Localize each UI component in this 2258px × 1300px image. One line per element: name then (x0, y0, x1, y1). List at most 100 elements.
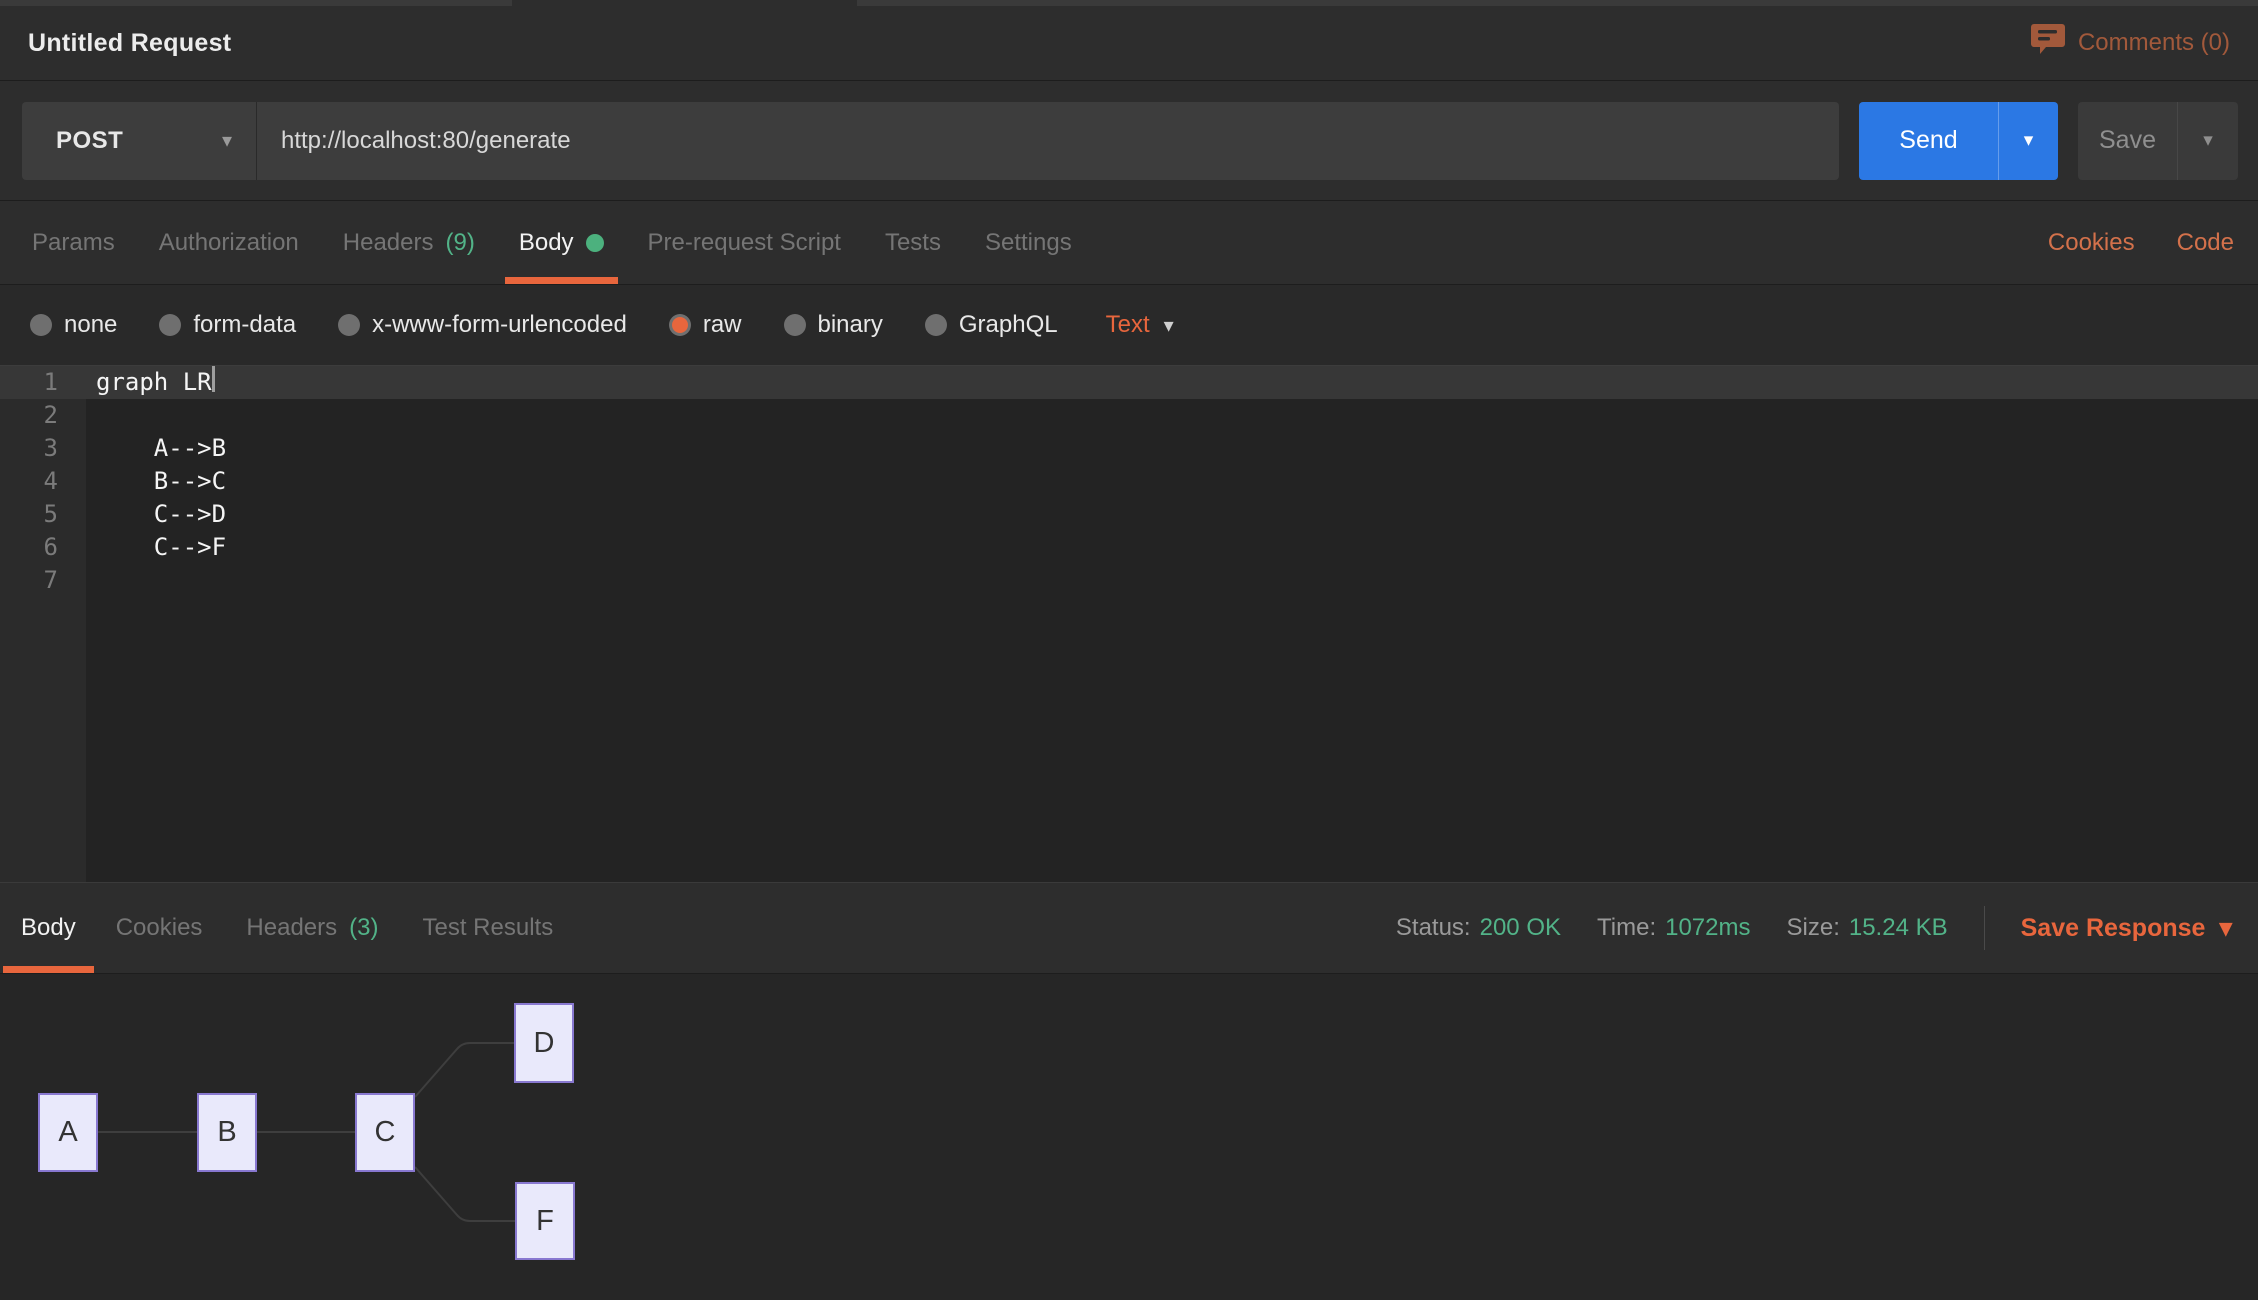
size-stat: Size: 15.24 KB (1787, 914, 1948, 942)
radio-form-data[interactable]: form-data (159, 311, 296, 339)
chevron-down-icon: ▾ (222, 128, 232, 153)
editor-line[interactable]: 3 A-->B (0, 432, 2258, 465)
body-modified-dot (586, 234, 604, 252)
chevron-down-icon: ▾ (2219, 913, 2232, 943)
line-number: 5 (0, 498, 86, 531)
line-number: 3 (0, 432, 86, 465)
save-button-group: Save ▾ (2078, 102, 2238, 180)
code-text (86, 564, 96, 597)
title-bar: Untitled Request Comments (0) (0, 6, 2258, 81)
tab-params[interactable]: Params (10, 201, 137, 284)
flowchart-node-d: D (514, 1003, 574, 1083)
radio-binary[interactable]: binary (784, 311, 883, 339)
cookies-link[interactable]: Cookies (2048, 229, 2135, 257)
radio-x-www-form-urlencoded[interactable]: x-www-form-urlencoded (338, 311, 627, 339)
send-button-group: Send ▾ (1859, 102, 2058, 180)
line-number: 1 (0, 366, 86, 399)
code-text: B-->C (86, 465, 226, 498)
flowchart-node-b: B (197, 1093, 257, 1172)
status-value: 200 OK (1480, 914, 1561, 942)
size-value: 15.24 KB (1849, 914, 1948, 942)
editor-lines: 1 graph LR 2 3 A-->B 4 B-->C 5 C-->D (0, 366, 2258, 597)
tab-body[interactable]: Body (497, 201, 626, 284)
request-tabstrip-edge (0, 0, 2258, 6)
body-mode-options: none form-data x-www-form-urlencoded raw… (0, 285, 2258, 365)
tab-pre-request-script[interactable]: Pre-request Script (626, 201, 863, 284)
request-tabs: Params Authorization Headers (9) Body Pr… (0, 201, 2258, 285)
code-text (86, 399, 96, 432)
comment-icon (2031, 24, 2065, 62)
editor-line[interactable]: 4 B-->C (0, 465, 2258, 498)
line-number: 4 (0, 465, 86, 498)
radio-icon (338, 314, 360, 336)
response-tabs: Body Cookies Headers (3) Test Results (3, 883, 575, 973)
editor-line[interactable]: 1 graph LR (0, 366, 2258, 399)
radio-icon (925, 314, 947, 336)
format-label: Text (1106, 311, 1150, 339)
raw-format-dropdown[interactable]: Text ▾ (1106, 311, 1174, 339)
response-header: Body Cookies Headers (3) Test Results St… (0, 882, 2258, 974)
response-tab-body[interactable]: Body (3, 883, 94, 973)
radio-graphql[interactable]: GraphQL (925, 311, 1058, 339)
url-group: POST ▾ (22, 102, 1839, 180)
status-stat: Status: 200 OK (1396, 914, 1561, 942)
radio-icon (159, 314, 181, 336)
active-tab-underline (3, 966, 94, 973)
url-input[interactable] (257, 102, 1839, 180)
line-number: 7 (0, 564, 86, 597)
editor-line[interactable]: 2 (0, 399, 2258, 432)
time-value: 1072ms (1665, 914, 1750, 942)
radio-none[interactable]: none (30, 311, 117, 339)
tab-tests[interactable]: Tests (863, 201, 963, 284)
radio-icon (784, 314, 806, 336)
text-cursor (212, 366, 215, 392)
raw-body-editor[interactable]: 1 graph LR 2 3 A-->B 4 B-->C 5 C-->D (0, 365, 2258, 882)
method-label: POST (56, 127, 123, 155)
response-meta: Status: 200 OK Time: 1072ms Size: 15.24 … (1396, 883, 2232, 973)
tab-authorization[interactable]: Authorization (137, 201, 321, 284)
active-tab-underline (505, 277, 618, 284)
chevron-down-icon: ▾ (1164, 313, 1174, 338)
flowchart-node-f: F (515, 1182, 575, 1260)
response-tab-cookies[interactable]: Cookies (94, 883, 225, 973)
request-builder-bar: POST ▾ Send ▾ Save ▾ (0, 81, 2258, 201)
line-number: 6 (0, 531, 86, 564)
radio-raw[interactable]: raw (669, 311, 742, 339)
edge-c-d (415, 1043, 514, 1097)
line-number: 2 (0, 399, 86, 432)
editor-line[interactable]: 5 C-->D (0, 498, 2258, 531)
edge-c-f (415, 1167, 515, 1221)
save-response-button[interactable]: Save Response ▾ (2021, 913, 2232, 943)
tab-headers[interactable]: Headers (9) (321, 201, 497, 284)
response-tab-headers[interactable]: Headers (3) (224, 883, 400, 973)
code-text: A-->B (86, 432, 226, 465)
code-text: C-->D (86, 498, 226, 531)
radio-icon (30, 314, 52, 336)
save-options-button[interactable]: ▾ (2177, 102, 2238, 180)
code-text: C-->F (86, 531, 226, 564)
comments-label: Comments (0) (2078, 29, 2230, 57)
divider (1984, 906, 1985, 950)
flowchart-edges (0, 974, 700, 1300)
response-tab-test-results[interactable]: Test Results (400, 883, 575, 973)
time-stat: Time: 1072ms (1597, 914, 1751, 942)
flowchart-node-c: C (355, 1093, 415, 1172)
editor-line[interactable]: 6 C-->F (0, 531, 2258, 564)
tab-settings[interactable]: Settings (963, 201, 1094, 284)
tabsbar-links: Cookies Code (2048, 201, 2234, 284)
code-text: graph LR (86, 366, 212, 399)
code-link[interactable]: Code (2177, 229, 2234, 257)
response-body-preview: A B C D F (0, 974, 2258, 1300)
send-options-button[interactable]: ▾ (1998, 102, 2058, 180)
flowchart-node-a: A (38, 1093, 98, 1172)
app-window: Untitled Request Comments (0) POST ▾ Sen… (0, 0, 2258, 1300)
response-headers-count-badge: (3) (349, 914, 378, 942)
comments-button[interactable]: Comments (0) (2031, 24, 2230, 62)
editor-line[interactable]: 7 (0, 564, 2258, 597)
active-request-tab-edge (512, 0, 857, 6)
save-button[interactable]: Save (2078, 102, 2177, 180)
method-dropdown[interactable]: POST ▾ (22, 102, 257, 180)
request-title: Untitled Request (28, 29, 231, 58)
radio-selected-icon (669, 314, 691, 336)
send-button[interactable]: Send (1859, 102, 1998, 180)
